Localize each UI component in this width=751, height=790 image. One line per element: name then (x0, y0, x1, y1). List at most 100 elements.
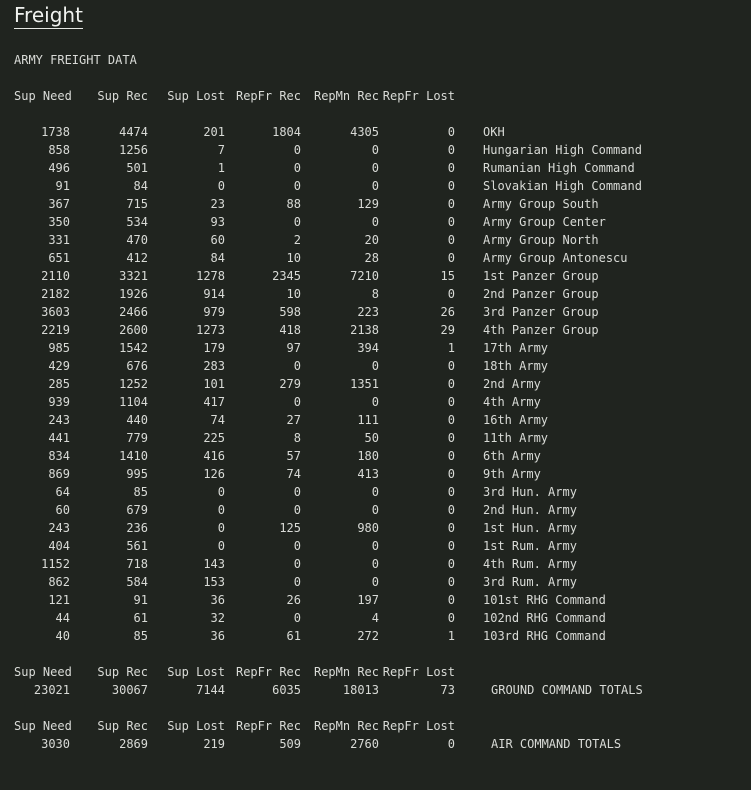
unit-name: 17th Army (483, 341, 549, 355)
cell-sup-rec: 2600 (119, 323, 148, 337)
cell-sup-rec: 85 (133, 485, 148, 499)
cell-repmn-rec: 111 (357, 413, 379, 427)
cell-sup-rec: 3321 (119, 269, 148, 283)
cell-sup-need: 44 (55, 611, 70, 625)
column-header-sup-lost: Sup Lost (167, 665, 225, 679)
cell-sup-rec: 61 (133, 611, 148, 625)
cell-repfr-lost: 0 (447, 539, 455, 553)
cell-repmn-rec: 7210 (350, 269, 379, 283)
cell-repfr-lost: 0 (447, 125, 455, 139)
unit-name: 1st Rum. Army (483, 539, 577, 553)
cell-repfr-rec: 279 (279, 377, 301, 391)
cell-sup-need: 121 (48, 593, 70, 607)
column-header-repfr-lost: RepFr Lost (382, 665, 455, 679)
cell-sup-lost: 32 (210, 611, 225, 625)
cell-repmn-rec: 4 (371, 611, 379, 625)
cell-sup-need: 862 (48, 575, 70, 589)
cell-repmn-rec: 0 (371, 575, 379, 589)
column-header-repmn-rec: RepMn Rec (313, 89, 379, 103)
cell-repfr-rec: 0 (293, 161, 301, 175)
cell-sup-need: 441 (48, 431, 70, 445)
table-row: 121 91 36 26 197 0 101st RHG Command (14, 591, 751, 609)
cell-sup-need: 2219 (41, 323, 70, 337)
unit-name: Army Group South (483, 197, 599, 211)
cell-sup-rec: 715 (126, 197, 148, 211)
cell-sup-lost: 914 (203, 287, 225, 301)
cell-sup-rec: 995 (126, 467, 148, 481)
totals-header: Sup Need Sup Rec Sup Lost RepFr Rec RepMn Re… (14, 663, 751, 681)
table-row: 858 1256 7 0 0 0 Hungarian High Command (14, 141, 751, 159)
unit-name: 4th Panzer Group (483, 323, 599, 337)
unit-name: 3rd Panzer Group (483, 305, 599, 319)
unit-name: Rumanian High Command (483, 161, 635, 175)
table-row: 404 561 0 0 0 0 1st Rum. Army (14, 537, 751, 555)
cell-repfr-rec: 0 (293, 215, 301, 229)
totals-label: AIR COMMAND TOTALS (491, 737, 622, 751)
cell-sup-lost: 0 (217, 179, 225, 193)
cell-repfr-rec: 598 (279, 305, 301, 319)
cell-repfr-rec: 125 (279, 521, 301, 535)
table-row: 331 470 60 2 20 0 Army Group North (14, 231, 751, 249)
column-header-sup-need: Sup Need (14, 89, 72, 103)
cell-sup-lost: 23 (210, 197, 225, 211)
cell-sup-rec: 30067 (111, 683, 148, 697)
column-header-repfr-rec: RepFr Rec (235, 719, 301, 733)
cell-repfr-lost: 0 (447, 251, 455, 265)
table-row: 285 1252 101 279 1351 0 2nd Army (14, 375, 751, 393)
column-header-sup-lost: Sup Lost (167, 89, 225, 103)
cell-sup-need: 404 (48, 539, 70, 553)
cell-sup-lost: 101 (203, 377, 225, 391)
cell-sup-need: 23021 (33, 683, 70, 697)
unit-name: 11th Army (483, 431, 549, 445)
totals-block: Sup Need Sup Rec Sup Lost RepFr Rec RepMn Re… (14, 663, 751, 699)
cell-repfr-rec: 6035 (272, 683, 301, 697)
cell-repfr-lost: 0 (447, 737, 455, 751)
table-row: 60 679 0 0 0 0 2nd Hun. Army (14, 501, 751, 519)
cell-sup-need: 858 (48, 143, 70, 157)
cell-sup-need: 939 (48, 395, 70, 409)
cell-repmn-rec: 394 (357, 341, 379, 355)
totals-section: Sup Need Sup Rec Sup Lost RepFr Rec RepMn Re… (14, 663, 751, 753)
cell-repfr-lost: 0 (447, 467, 455, 481)
table-row: 243 440 74 27 111 0 16th Army (14, 411, 751, 429)
cell-repfr-rec: 0 (293, 179, 301, 193)
cell-sup-need: 429 (48, 359, 70, 373)
cell-repfr-rec: 61 (286, 629, 301, 643)
cell-repfr-lost: 1 (447, 341, 455, 355)
table-row: 834 1410 416 57 180 0 6th Army (14, 447, 751, 465)
cell-sup-rec: 1926 (119, 287, 148, 301)
unit-name: 16th Army (483, 413, 549, 427)
column-header-unit (455, 717, 751, 735)
cell-sup-rec: 679 (126, 503, 148, 517)
cell-repfr-rec: 1804 (272, 125, 301, 139)
cell-repfr-lost: 0 (447, 143, 455, 157)
cell-repfr-lost: 1 (447, 629, 455, 643)
cell-sup-lost: 1273 (196, 323, 225, 337)
table-row: 985 1542 179 97 394 1 17th Army (14, 339, 751, 357)
column-header-repfr-rec: RepFr Rec (235, 89, 301, 103)
totals-row: 3030 2869 219 509 2760 0 AIR COMMAND TOTALS (14, 735, 751, 753)
column-header-repmn-rec: RepMn Rec (313, 665, 379, 679)
unit-name: 6th Army (483, 449, 541, 463)
cell-repmn-rec: 0 (371, 395, 379, 409)
table-row: 91 84 0 0 0 0 Slovakian High Command (14, 177, 751, 195)
army-freight-report: ARMY FREIGHT DATA Sup Need Sup Rec Sup Los… (0, 51, 751, 753)
cell-repfr-rec: 74 (286, 467, 301, 481)
cell-repfr-rec: 10 (286, 287, 301, 301)
cell-sup-need: 651 (48, 251, 70, 265)
table-header: Sup Need Sup Rec Sup Lost RepFr Rec RepMn Re… (14, 87, 751, 105)
column-header-repfr-lost: RepFr Lost (382, 719, 455, 733)
cell-sup-rec: 412 (126, 251, 148, 265)
freight-tab-title[interactable]: Freight (14, 3, 83, 29)
table-row: 939 1104 417 0 0 0 4th Army (14, 393, 751, 411)
unit-name: 101st RHG Command (483, 593, 606, 607)
cell-sup-need: 1152 (41, 557, 70, 571)
table-row: 869 995 126 74 413 0 9th Army (14, 465, 751, 483)
cell-sup-need: 243 (48, 521, 70, 535)
cell-sup-lost: 74 (210, 413, 225, 427)
cell-repfr-lost: 73 (440, 683, 455, 697)
cell-sup-rec: 4474 (119, 125, 148, 139)
cell-repfr-rec: 97 (286, 341, 301, 355)
cell-repfr-lost: 0 (447, 449, 455, 463)
cell-repfr-lost: 15 (440, 269, 455, 283)
